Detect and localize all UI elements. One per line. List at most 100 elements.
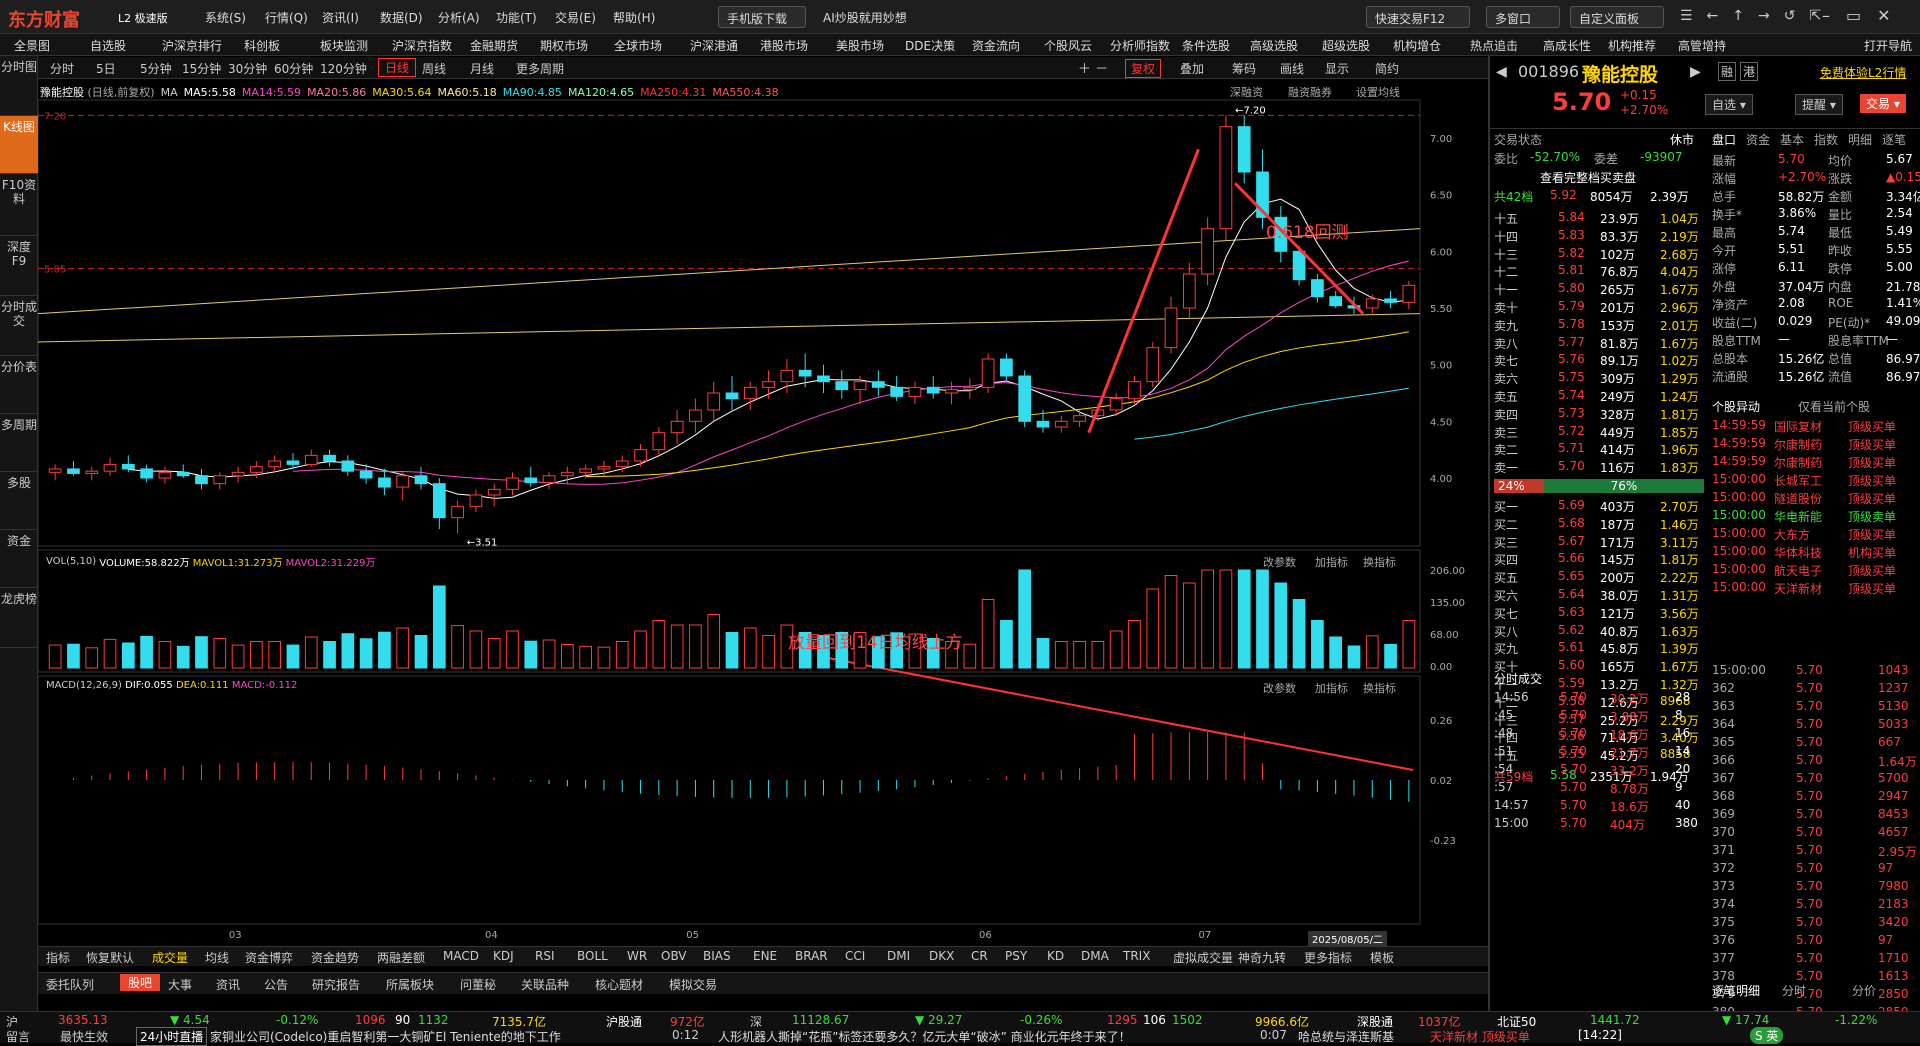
- indicator-6[interactable]: 两融差额: [377, 949, 425, 966]
- period-4[interactable]: 30分钟: [228, 60, 267, 77]
- info-tab-8[interactable]: 关联品种: [521, 976, 569, 993]
- nav-item-22[interactable]: 机构推荐: [1608, 37, 1656, 54]
- quote-tab-3[interactable]: 指数: [1814, 131, 1838, 148]
- indicator-26[interactable]: 更多指标: [1304, 949, 1352, 966]
- nav-item-4[interactable]: 板块监测: [320, 37, 368, 54]
- order-book-cell[interactable]: 5.78: [1558, 317, 1585, 331]
- left-nav-6[interactable]: 多周期: [0, 414, 38, 472]
- fuquan-button[interactable]: 复权: [1125, 59, 1162, 78]
- info-tab-5[interactable]: 研究报告: [312, 976, 360, 993]
- quick-trade-button[interactable]: 快速交易F12: [1366, 6, 1470, 28]
- order-book-cell[interactable]: 5.69: [1558, 498, 1585, 512]
- left-nav-4[interactable]: 分时成交: [0, 296, 38, 356]
- vol-add-link[interactable]: 加指标: [1315, 554, 1348, 570]
- full-book-button[interactable]: 查看完整档买卖盘: [1540, 169, 1636, 186]
- info-tab-7[interactable]: 问董秘: [460, 976, 496, 993]
- kline-chart[interactable]: 7.20 5.85 7.00 6.50 6.00 5.50 5.00 4.50 4.00 ←7.2…: [38, 80, 1488, 946]
- indicator-9[interactable]: RSI: [535, 949, 555, 963]
- menu-quote[interactable]: 行情(Q): [265, 9, 308, 26]
- left-nav-3[interactable]: 深度F9: [0, 236, 38, 296]
- nav-item-5[interactable]: 沪深京指数: [392, 37, 452, 54]
- indicator-10[interactable]: BOLL: [577, 949, 608, 963]
- indicator-21[interactable]: KD: [1047, 949, 1064, 963]
- indicator-13[interactable]: BIAS: [703, 949, 731, 963]
- period-7[interactable]: 日线: [378, 58, 417, 77]
- nav-item-7[interactable]: 期权市场: [540, 37, 588, 54]
- nav-item-9[interactable]: 沪深港通: [690, 37, 738, 54]
- nav-item-6[interactable]: 金融期货: [470, 37, 518, 54]
- info-tab-0[interactable]: 委托队列: [46, 976, 94, 993]
- trial-l2-link[interactable]: 免费体验L2行情: [1820, 64, 1906, 81]
- left-nav-2[interactable]: F10资料: [0, 174, 38, 236]
- period-10[interactable]: 更多周期: [516, 60, 564, 77]
- order-book-cell[interactable]: 5.76: [1558, 352, 1585, 366]
- macd-add-link[interactable]: 加指标: [1315, 680, 1348, 696]
- nav-item-15[interactable]: 分析师指数: [1110, 37, 1170, 54]
- order-book-cell[interactable]: 5.83: [1558, 228, 1585, 242]
- bottom-tab-2[interactable]: 分价: [1852, 982, 1876, 999]
- indicator-24[interactable]: 虚拟成交量: [1173, 949, 1233, 966]
- order-book-cell[interactable]: 5.75: [1558, 370, 1585, 384]
- order-book-cell[interactable]: 5.72: [1558, 424, 1585, 438]
- left-nav-5[interactable]: 分价表: [0, 356, 38, 414]
- nav-item-13[interactable]: 资金流向: [972, 37, 1020, 54]
- draw-line-button[interactable]: 画线: [1280, 60, 1304, 77]
- indicator-20[interactable]: PSY: [1005, 949, 1027, 963]
- left-nav-8[interactable]: 资金: [0, 530, 38, 588]
- indicator-3[interactable]: 均线: [205, 949, 229, 966]
- prev-stock-icon[interactable]: ◀: [1496, 64, 1507, 80]
- order-book-cell[interactable]: 5.77: [1558, 335, 1585, 349]
- nav-item-16[interactable]: 条件选股: [1182, 37, 1230, 54]
- macd-param-link[interactable]: 改参数: [1263, 680, 1296, 696]
- order-book-cell[interactable]: 5.79: [1558, 299, 1585, 313]
- indicator-2[interactable]: 成交量: [152, 949, 188, 966]
- quote-tab-5[interactable]: 逐笔: [1882, 131, 1906, 148]
- nav-item-20[interactable]: 热点追击: [1470, 37, 1518, 54]
- bottom-tab-1[interactable]: 分时: [1782, 982, 1806, 999]
- indicator-25[interactable]: 神奇九转: [1238, 949, 1286, 966]
- move-cell[interactable]: 华电新能: [1774, 508, 1822, 525]
- order-book-cell[interactable]: 5.70: [1558, 459, 1585, 473]
- indicator-22[interactable]: DMA: [1081, 949, 1109, 963]
- order-book-cell[interactable]: 5.68: [1558, 516, 1585, 530]
- order-book-cell[interactable]: 5.80: [1558, 281, 1585, 295]
- indicator-1[interactable]: 恢复默认: [86, 949, 134, 966]
- order-book-cell[interactable]: 5.64: [1558, 587, 1585, 601]
- indicator-27[interactable]: 模板: [1370, 949, 1394, 966]
- live-button[interactable]: 24小时直播: [136, 1027, 208, 1046]
- quote-tab-4[interactable]: 明细: [1848, 131, 1872, 148]
- ime-icon[interactable]: S 英: [1750, 1027, 1784, 1044]
- order-book-cell[interactable]: 5.82: [1558, 246, 1585, 260]
- left-nav-0[interactable]: 分时图: [0, 56, 38, 116]
- bottom-tab-0[interactable]: 逐笔明细: [1712, 982, 1760, 999]
- info-tab-1[interactable]: 股吧: [120, 974, 161, 991]
- macd-change-link[interactable]: 换指标: [1363, 680, 1396, 696]
- move-cell[interactable]: 华体科技: [1774, 544, 1822, 561]
- next-stock-icon[interactable]: ▶: [1690, 64, 1701, 80]
- order-book-cell[interactable]: 5.67: [1558, 534, 1585, 548]
- nav-item-8[interactable]: 全球市场: [614, 37, 662, 54]
- period-8[interactable]: 周线: [422, 60, 446, 77]
- order-book-cell[interactable]: 5.84: [1558, 210, 1585, 224]
- left-nav-1[interactable]: K线图: [0, 116, 38, 174]
- ai-button[interactable]: AI炒股就用妙想: [815, 6, 935, 28]
- info-tab-9[interactable]: 核心题材: [595, 976, 643, 993]
- quote-tab-2[interactable]: 基本: [1780, 131, 1804, 148]
- moves-filter-checkbox[interactable]: 仅看当前个股: [1798, 398, 1870, 415]
- quote-tab-0[interactable]: 盘口: [1712, 131, 1736, 148]
- ticker-news-3[interactable]: 哈总统与泽连斯基: [1298, 1028, 1424, 1045]
- period-6[interactable]: 120分钟: [320, 60, 367, 77]
- info-tab-4[interactable]: 公告: [264, 976, 288, 993]
- nav-item-19[interactable]: 机构增仓: [1393, 37, 1441, 54]
- nav-item-3[interactable]: 科创板: [244, 37, 280, 54]
- overlay-button[interactable]: 叠加: [1180, 60, 1204, 77]
- indicator-18[interactable]: DKX: [929, 949, 954, 963]
- quote-tab-1[interactable]: 资金: [1746, 131, 1770, 148]
- order-book-cell[interactable]: 5.65: [1558, 569, 1585, 583]
- trade-button[interactable]: 交易 ▾: [1860, 94, 1906, 113]
- order-book-cell[interactable]: 5.73: [1558, 406, 1585, 420]
- nav-item-10[interactable]: 港股市场: [760, 37, 808, 54]
- nav-item-21[interactable]: 高成长性: [1543, 37, 1591, 54]
- menu-function[interactable]: 功能(T): [496, 9, 537, 26]
- indicator-16[interactable]: CCI: [845, 949, 865, 963]
